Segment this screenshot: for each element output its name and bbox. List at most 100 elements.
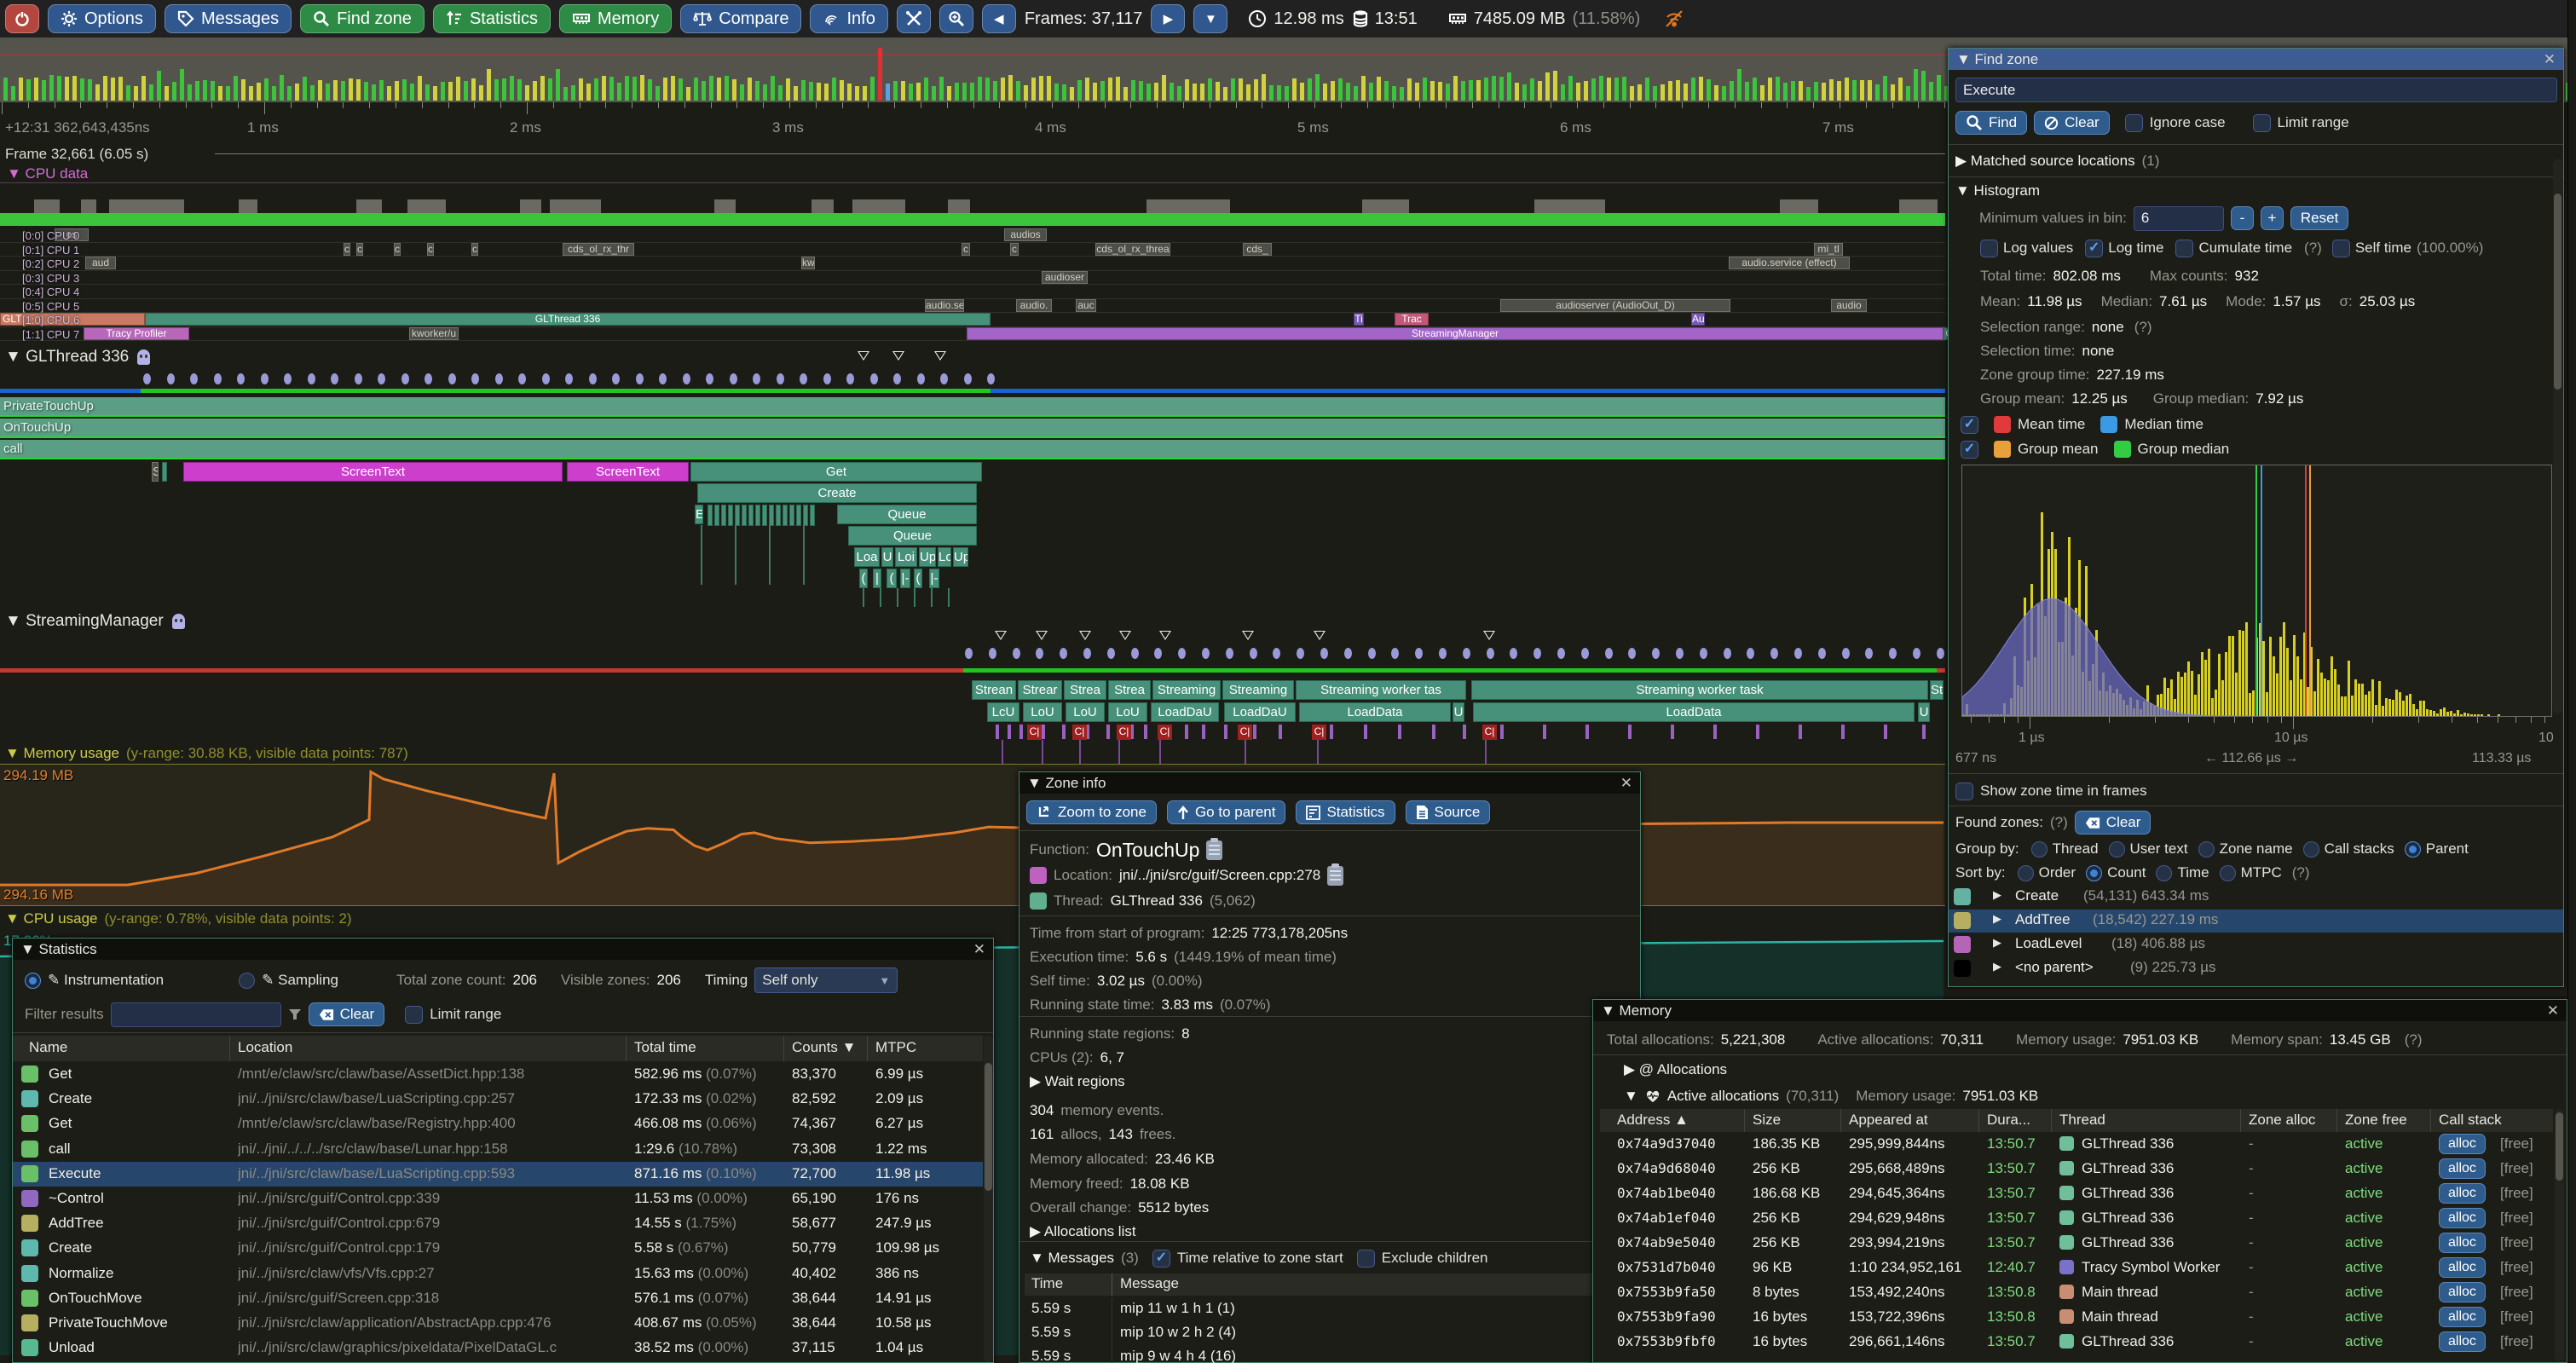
copy-clipboard-icon[interactable]: [1327, 866, 1343, 886]
zone-tick[interactable]: [1279, 725, 1282, 739]
frame-prev-button[interactable]: ◀: [982, 4, 1016, 33]
allocation-row[interactable]: 0x74a9d68040256 KB295,668,489ns13:50.7GL…: [1600, 1157, 2553, 1181]
message-dot[interactable]: [143, 373, 151, 384]
sort-by-mtpc[interactable]: [2220, 865, 2236, 881]
statistics-button[interactable]: Statistics: [1296, 800, 1395, 824]
column-header-Zonealloc[interactable]: Zone alloc: [2249, 1112, 2315, 1129]
message-dot[interactable]: [401, 373, 409, 384]
scrollbar-thumb[interactable]: [2556, 1112, 2563, 1181]
zone-U[interactable]: U: [1918, 702, 1930, 722]
zone-c-marker[interactable]: C|: [1158, 725, 1172, 740]
active-allocations-row[interactable]: ▼Active allocations(70,311)Memory usage:…: [1624, 1085, 2038, 1107]
group-by-user-text[interactable]: [2109, 841, 2125, 858]
time-relative-checkbox[interactable]: ✓: [1152, 1250, 1170, 1268]
zone-c[interactable]: c: [471, 243, 478, 256]
zone-audios[interactable]: audios: [1004, 228, 1047, 241]
message-dot[interactable]: [1368, 648, 1376, 659]
table-row[interactable]: Unloadjni/../jni/src/claw/graphics/pixel…: [13, 1336, 983, 1360]
message-dot[interactable]: [1676, 648, 1684, 659]
zone-([interactable]: (: [859, 569, 868, 588]
message-dot[interactable]: [659, 373, 667, 384]
message-dot[interactable]: [987, 373, 995, 384]
memory-button[interactable]: Memory: [559, 4, 672, 33]
cumulate-time-checkbox[interactable]: ✓: [2175, 240, 2193, 257]
zone-Create[interactable]: Create: [697, 483, 977, 503]
table-row[interactable]: PrivateTouchMovejni/../jni/src/claw/appl…: [13, 1311, 983, 1336]
zone-Tracy Profiler[interactable]: Tracy Profiler: [84, 327, 189, 340]
zone-segment[interactable]: [162, 462, 167, 482]
find-zone-histogram[interactable]: [1961, 465, 2552, 717]
zone-tick[interactable]: [1019, 725, 1023, 739]
find-zone-query-input[interactable]: [1955, 78, 2557, 102]
scrollbar-thumb[interactable]: [2554, 193, 2562, 390]
message-dot[interactable]: [1131, 648, 1139, 659]
zone-Strea[interactable]: Strea: [1064, 680, 1106, 700]
sort-by-order[interactable]: [2018, 865, 2034, 881]
column-header-MTPC[interactable]: MTPC: [875, 1039, 916, 1056]
zone-tiny[interactable]: [776, 505, 781, 526]
message-dot[interactable]: [1770, 648, 1778, 659]
message-dot[interactable]: [1439, 648, 1447, 659]
message-dot[interactable]: [1320, 648, 1328, 659]
group-by-zone-name[interactable]: [2198, 841, 2215, 858]
message-row[interactable]: 5.59 smip 11 w 1 h 1 (1): [1025, 1297, 1635, 1321]
message-dot[interactable]: [1605, 648, 1613, 659]
streaming-section-header[interactable]: ▼ StreamingManager: [5, 612, 185, 631]
options-button[interactable]: Options: [48, 4, 156, 33]
zone-Up[interactable]: Up: [919, 547, 936, 567]
zone-auc[interactable]: auc: [1076, 299, 1096, 312]
glthread-section-header[interactable]: ▼ GLThread 336: [5, 348, 150, 367]
found-zones-clear-button[interactable]: Clear: [2075, 811, 2151, 835]
zone-tick[interactable]: [996, 725, 999, 739]
column-header-Counts[interactable]: Counts ▼: [792, 1039, 856, 1056]
zone-tiny[interactable]: [789, 505, 794, 526]
zone-tick[interactable]: [1008, 725, 1011, 739]
alloc-callstack-button[interactable]: alloc: [2439, 1307, 2486, 1327]
table-row[interactable]: Get/mnt/e/claw/src/claw/base/AssetDict.h…: [13, 1062, 983, 1087]
zone-GLThread 336[interactable]: GLThread 336: [145, 313, 991, 326]
message-dot[interactable]: [1391, 648, 1399, 659]
zone-U[interactable]: U: [1453, 702, 1464, 722]
message-dot[interactable]: [1700, 648, 1707, 659]
statistics-table-header[interactable]: NameLocationTotal timeCounts ▼MTPC: [13, 1036, 983, 1061]
zone-|-[interactable]: |-: [900, 569, 910, 588]
message-dot[interactable]: [1487, 648, 1494, 659]
power-button[interactable]: [5, 4, 39, 33]
main-scrollbar-track[interactable]: [2567, 0, 2576, 1363]
expander-icon[interactable]: ▶: [1993, 912, 2001, 926]
zone-c[interactable]: c: [427, 243, 434, 256]
statistics-scrollbar[interactable]: [984, 1036, 993, 1362]
help-icon[interactable]: (?): [2050, 814, 2068, 831]
zone-Up[interactable]: Up: [953, 547, 968, 567]
zoom-to-zone-button[interactable]: Zoom to zone: [1026, 800, 1157, 824]
clear-button[interactable]: Clear: [2034, 111, 2110, 135]
message-dot[interactable]: [1463, 648, 1470, 659]
message-dot[interactable]: [565, 373, 573, 384]
cpu-data-header[interactable]: ▼ CPU data: [7, 165, 88, 182]
message-dot[interactable]: [284, 373, 292, 384]
sort-by-time[interactable]: [2156, 865, 2172, 881]
source-button[interactable]: Source: [1406, 800, 1491, 824]
table-row[interactable]: Normalizejni/../jni/src/claw/vfs/Vfs.cpp…: [13, 1262, 983, 1286]
allocation-row[interactable]: 0x74ab1ef040256 KB294,629,948ns13:50.7GL…: [1600, 1206, 2553, 1231]
message-dot[interactable]: [1628, 648, 1636, 659]
zone-tiny[interactable]: [714, 505, 719, 526]
message-dot[interactable]: [1913, 648, 1920, 659]
matched-source-row[interactable]: ▶ Matched source locations(1): [1955, 151, 2159, 171]
alloc-callstack-button[interactable]: alloc: [2439, 1183, 2486, 1204]
log-values-checkbox[interactable]: ✓: [1980, 240, 1998, 257]
message-dot[interactable]: [683, 373, 690, 384]
zone-tiny[interactable]: [783, 505, 788, 526]
zone-Loi[interactable]: Loi: [895, 547, 917, 567]
zone-|[interactable]: |: [873, 569, 881, 588]
table-row[interactable]: OnTouchMovejni/../jni/src/guif/Screen.cp…: [13, 1286, 983, 1311]
legend-checkbox[interactable]: ✓: [1961, 416, 1978, 434]
column-header-Total time[interactable]: Total time: [634, 1039, 696, 1056]
found-zone-row[interactable]: ▶LoadLevel(18) 406.88 µs: [1949, 933, 2563, 956]
zone-tick[interactable]: [1185, 725, 1188, 739]
frame-menu-button[interactable]: ▼: [1193, 4, 1227, 33]
message-dot[interactable]: [308, 373, 315, 384]
message-dot[interactable]: [448, 373, 456, 384]
limit-range-checkbox[interactable]: ✓: [2253, 114, 2271, 132]
message-dot[interactable]: [214, 373, 222, 384]
